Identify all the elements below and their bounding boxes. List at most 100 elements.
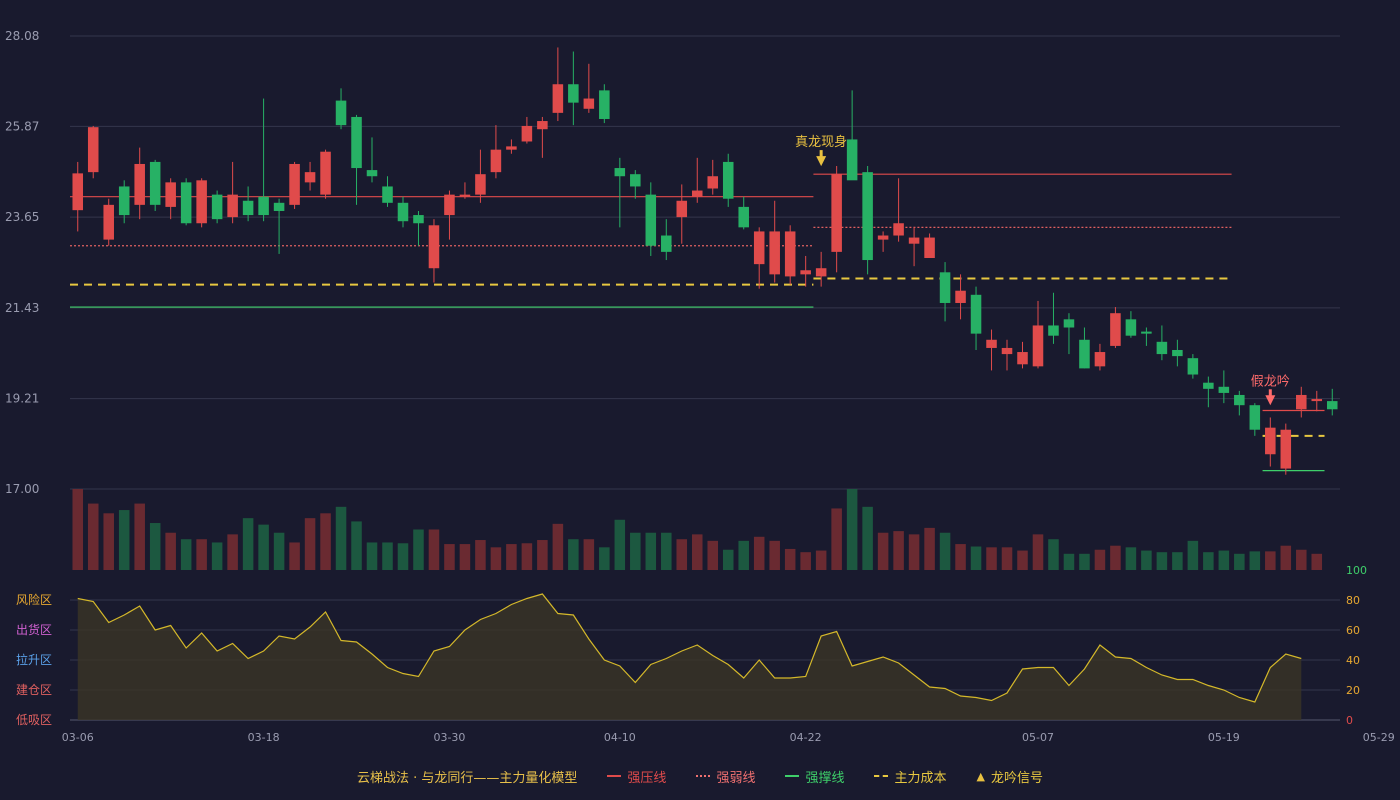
volume-bar [87,503,99,570]
candle-body [273,202,285,211]
volume-bar [661,532,672,570]
triangle-icon: ▲ [976,769,985,783]
volume-bar [72,489,84,570]
candle-body [800,270,811,275]
volume-bar [1048,539,1059,570]
legend-item-strong-support[interactable]: 强撑线 [785,767,844,786]
candle-body [676,200,688,218]
candle-body [1280,429,1292,469]
signal-arrow-icon [816,156,827,167]
candle-body [939,272,951,303]
candle-body [815,268,827,277]
volume-bar [924,527,935,570]
volume-bar [939,532,951,570]
candle-body [149,161,161,205]
candle-body [165,182,176,207]
volume-bar [568,539,579,570]
candle-body [1032,325,1044,367]
volume-bar [413,529,424,570]
volume-bar [304,518,316,570]
candle-body [1326,401,1338,410]
candle-body [475,174,486,195]
osc-tick-label: 80 [1346,594,1360,607]
zone-label: 风险区 [16,592,52,607]
volume-bar [459,544,471,570]
volume-bar [552,523,564,570]
legend-item-dragon-signal[interactable]: ▲ 龙吟信号 [976,767,1042,786]
volume-bar [1280,545,1292,570]
candle-body [970,294,982,334]
candle-body [413,215,424,224]
volume-bar [815,550,827,570]
candle-body [397,202,409,222]
candle-body [769,231,780,275]
volume-bar [831,508,842,570]
candle-body [691,190,703,197]
volume-bar [1249,551,1261,570]
strength-line-swatch [696,775,711,777]
volume-bar [738,540,749,570]
volume-bar [258,524,269,570]
candles [72,47,1338,475]
strong-pressure-swatch [607,775,622,777]
volume-bar [1218,550,1230,570]
candle-body [428,225,440,269]
signal-label: 真龙现身 [795,134,847,150]
volume-bar [1265,551,1276,570]
volume-bar [1032,534,1044,570]
candle-body [537,121,548,130]
volume-bars [72,489,1323,570]
volume-bar [908,534,920,570]
volume-bar [986,547,997,570]
legend-item-strength-line[interactable]: 强弱线 [696,767,755,786]
candle-body [258,196,269,216]
volume-bar [366,542,378,570]
candle-body [1156,341,1168,355]
candle-body [1048,325,1059,336]
candle-body [738,206,749,228]
volume-bar [134,503,145,570]
candle-body [118,186,130,216]
candle-body [134,163,145,205]
price-tick-label: 17.00 [5,482,39,496]
candle-body [304,172,316,183]
price-tick-label: 28.08 [5,29,39,43]
legend-item-main-cost[interactable]: 主力成本 [874,767,946,786]
candle-body [924,237,935,259]
x-tick-label: 05-19 [1208,731,1240,744]
legend-item-strong-pressure[interactable]: 强压线 [607,767,666,786]
zone-label: 拉升区 [16,652,52,667]
volume-bar [769,540,780,570]
volume-bar [846,489,858,570]
candlestick-chart: 真龙现身假龙吟 28.0825.8723.6521.4319.2117.0002… [5,29,1395,744]
volume-bar [1063,553,1075,570]
osc-tick-label: 0 [1346,714,1353,727]
x-tick-label: 04-22 [790,731,822,744]
osc-tick-label: 100 [1346,564,1367,577]
candle-body [1079,339,1090,369]
volume-bar [475,540,486,570]
signal-arrow-stem [1268,389,1272,397]
candle-body [211,194,223,220]
candle-body [1094,352,1106,367]
candle-body [583,98,595,109]
candle-body [955,290,966,303]
signal-arrow-icon [1265,395,1276,406]
volume-bar [784,548,796,570]
candle-body [1110,313,1121,346]
x-tick-label: 03-06 [62,731,94,744]
volume-bar [970,546,982,570]
candle-body [459,194,471,197]
volume-bar [599,547,610,570]
candle-body [320,151,331,195]
candle-body [630,174,641,187]
volume-bar [862,506,873,570]
volume-bar [1156,552,1168,570]
price-tick-label: 21.43 [5,301,39,315]
candle-body [72,173,84,211]
osc-tick-label: 20 [1346,684,1360,697]
candle-body [1218,386,1230,393]
x-tick-label: 05-07 [1022,731,1054,744]
legend-title: 云梯战法 · 与龙同行——主力量化模型 [357,770,578,786]
volume-bar [521,543,533,570]
